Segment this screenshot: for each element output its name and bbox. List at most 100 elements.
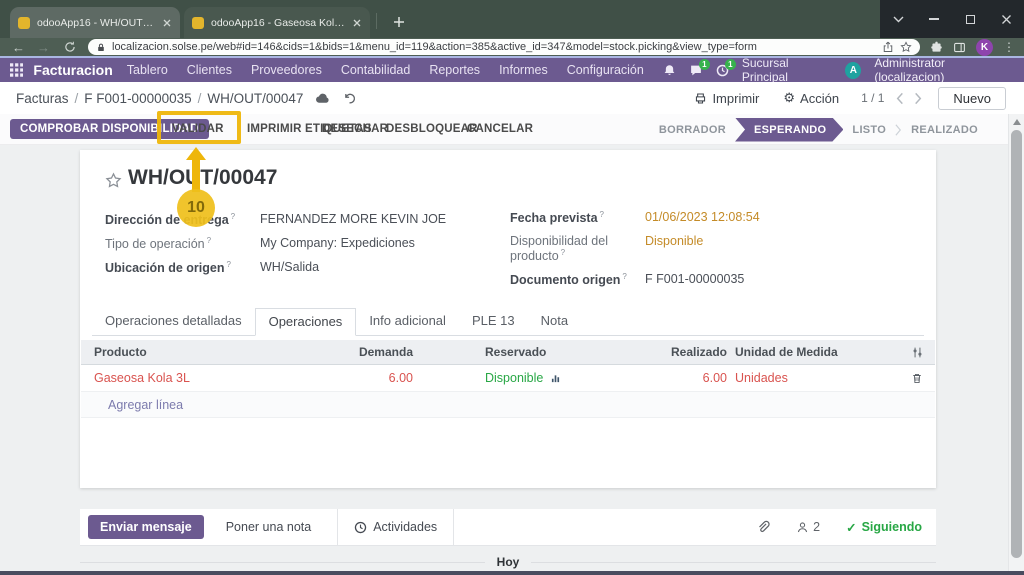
annotation-step-badge: 10: [177, 189, 215, 227]
side-panel-icon[interactable]: [953, 41, 966, 54]
menu-informes[interactable]: Informes: [499, 63, 548, 77]
screen-bottom-edge: [0, 571, 1024, 575]
back-icon[interactable]: ←: [12, 41, 25, 54]
header-producto[interactable]: Producto: [81, 345, 331, 359]
pager-next-icon[interactable]: [914, 92, 922, 105]
send-message-button[interactable]: Enviar mensaje: [88, 515, 204, 539]
window-chevron-button[interactable]: [880, 0, 916, 38]
state-borrador[interactable]: BORRADOR: [659, 124, 726, 136]
forecast-chart-icon[interactable]: [549, 372, 562, 384]
new-tab-button[interactable]: [386, 9, 412, 35]
odoo-favicon: [192, 17, 204, 29]
tab-nota[interactable]: Nota: [528, 308, 581, 335]
unlock-button[interactable]: DESBLOQUEAR: [386, 123, 478, 135]
field-value-fecha-prevista[interactable]: 01/06/2023 12:08:54: [645, 210, 760, 225]
following-toggle[interactable]: ✓ Siguiendo: [846, 520, 922, 535]
maximize-button[interactable]: [952, 0, 988, 38]
window-controls: [880, 0, 1024, 38]
help-marker: ?: [561, 248, 565, 257]
company-switcher[interactable]: Sucursal Principal: [742, 56, 832, 84]
favorite-star-icon[interactable]: [105, 172, 122, 189]
menu-clientes[interactable]: Clientes: [187, 63, 232, 77]
tab-operaciones-detalladas[interactable]: Operaciones detalladas: [92, 308, 255, 335]
form-statusbar: COMPROBAR DISPONIBILIDAD VALIDAR IMPRIMI…: [0, 114, 1008, 145]
notebook-tabs: Operaciones detalladas Operaciones Info …: [92, 308, 924, 336]
field-value-ubicacion[interactable]: WH/Salida: [260, 260, 319, 275]
state-realizado[interactable]: REALIZADO: [911, 124, 978, 136]
pager-previous-icon[interactable]: [896, 92, 904, 105]
field-value-documento[interactable]: F F001-00000035: [645, 272, 744, 287]
minimize-button[interactable]: [916, 0, 952, 38]
menu-contabilidad[interactable]: Contabilidad: [341, 63, 411, 77]
attachment-paperclip-icon[interactable]: [756, 520, 770, 534]
header-realizado[interactable]: Realizado: [635, 345, 727, 359]
reload-icon[interactable]: [64, 41, 76, 53]
cell-unidad[interactable]: Unidades: [727, 371, 857, 385]
header-unidad-medida[interactable]: Unidad de Medida: [727, 345, 857, 359]
app-name[interactable]: Facturacion: [33, 62, 112, 78]
messages-chat-icon[interactable]: 1: [689, 64, 703, 77]
field-label: Ubicación de origen: [105, 261, 224, 275]
print-button[interactable]: Imprimir: [694, 91, 759, 106]
activities-button[interactable]: Actividades: [337, 509, 454, 545]
optional-columns-icon[interactable]: [911, 346, 924, 359]
apps-grid-icon[interactable]: [10, 63, 23, 77]
browser-tab-product[interactable]: odooApp16 - Gaseosa Kola 3L: [184, 7, 370, 38]
field-fecha-prevista: Fecha prevista? 01/06/2023 12:08:54: [510, 210, 910, 225]
cell-realizado[interactable]: 6.00: [635, 371, 727, 385]
header-demanda[interactable]: Demanda: [331, 345, 413, 359]
discard-undo-icon[interactable]: [343, 92, 356, 105]
activities-clock-icon[interactable]: 1: [716, 64, 729, 77]
notifications-bell-icon[interactable]: [663, 64, 676, 77]
field-direccion-entrega: Dirección de entrega? FERNANDEZ MORE KEV…: [105, 212, 475, 227]
log-note-button[interactable]: Poner una nota: [226, 520, 312, 534]
breadcrumb-facturas[interactable]: Facturas: [16, 91, 69, 106]
page-scrollbar-track[interactable]: [1008, 114, 1024, 575]
add-line-link[interactable]: Agregar línea: [81, 398, 183, 412]
state-esperando-active[interactable]: ESPERANDO: [735, 118, 843, 142]
breadcrumb-invoice[interactable]: F F001-00000035: [84, 91, 191, 106]
menu-configuracion[interactable]: Configuración: [567, 63, 644, 77]
url-text[interactable]: localizacion.solse.pe/web#id=146&cids=1&…: [112, 41, 876, 53]
scrollbar-up-arrow[interactable]: [1013, 119, 1021, 125]
user-avatar[interactable]: A: [845, 62, 861, 79]
cell-producto[interactable]: Gaseosa Kola 3L: [81, 371, 331, 385]
close-window-button[interactable]: [988, 0, 1024, 38]
bookmark-star-icon[interactable]: [900, 41, 912, 53]
state-listo[interactable]: LISTO: [852, 124, 886, 136]
chatter-right-tools: 2 ✓ Siguiendo: [756, 520, 936, 535]
save-cloud-icon[interactable]: [315, 92, 330, 104]
cancel-button[interactable]: CANCELAR: [467, 123, 533, 135]
user-menu[interactable]: Administrator (localizacion): [874, 56, 1010, 84]
tab-ple-13[interactable]: PLE 13: [459, 308, 528, 335]
extensions-icon[interactable]: [930, 41, 943, 54]
header-reservado[interactable]: Reservado: [485, 345, 635, 359]
control-panel-right: Imprimir ⚙ Acción 1 / 1 Nuevo: [670, 87, 1008, 110]
scrap-button[interactable]: DESECHAR: [322, 123, 388, 135]
close-tab-icon[interactable]: [162, 18, 172, 28]
scrollbar-thumb[interactable]: [1011, 130, 1022, 558]
share-icon[interactable]: [882, 41, 894, 53]
browser-profile-avatar[interactable]: K: [976, 39, 993, 56]
delete-row-trash-icon[interactable]: [911, 372, 923, 385]
following-label: Siguiendo: [862, 520, 922, 534]
operations-table: Producto Demanda Reservado Realizado Uni…: [81, 340, 935, 418]
field-value-tipo-operacion[interactable]: My Company: Expediciones: [260, 236, 415, 251]
browser-tab-current[interactable]: odooApp16 - WH/OUT/00047: [10, 7, 180, 38]
field-label: Disponibilidad del producto: [510, 234, 608, 263]
new-record-button[interactable]: Nuevo: [938, 87, 1006, 110]
url-bar[interactable]: localizacion.solse.pe/web#id=146&cids=1&…: [88, 39, 920, 55]
tab-info-adicional[interactable]: Info adicional: [356, 308, 459, 335]
tab-operaciones[interactable]: Operaciones: [255, 308, 357, 336]
forward-icon[interactable]: →: [37, 41, 50, 54]
field-value-direccion[interactable]: FERNANDEZ MORE KEVIN JOE: [260, 212, 446, 227]
action-menu-button[interactable]: ⚙ Acción: [783, 90, 839, 106]
close-tab-icon[interactable]: [352, 18, 362, 28]
followers-button[interactable]: 2: [796, 520, 820, 534]
cell-demanda[interactable]: 6.00: [331, 371, 413, 385]
table-row[interactable]: Gaseosa Kola 3L 6.00 Disponible 6.00 Uni…: [81, 365, 935, 392]
menu-tablero[interactable]: Tablero: [127, 63, 168, 77]
browser-menu-icon[interactable]: ⋮: [1003, 40, 1015, 54]
menu-reportes[interactable]: Reportes: [429, 63, 480, 77]
menu-proveedores[interactable]: Proveedores: [251, 63, 322, 77]
